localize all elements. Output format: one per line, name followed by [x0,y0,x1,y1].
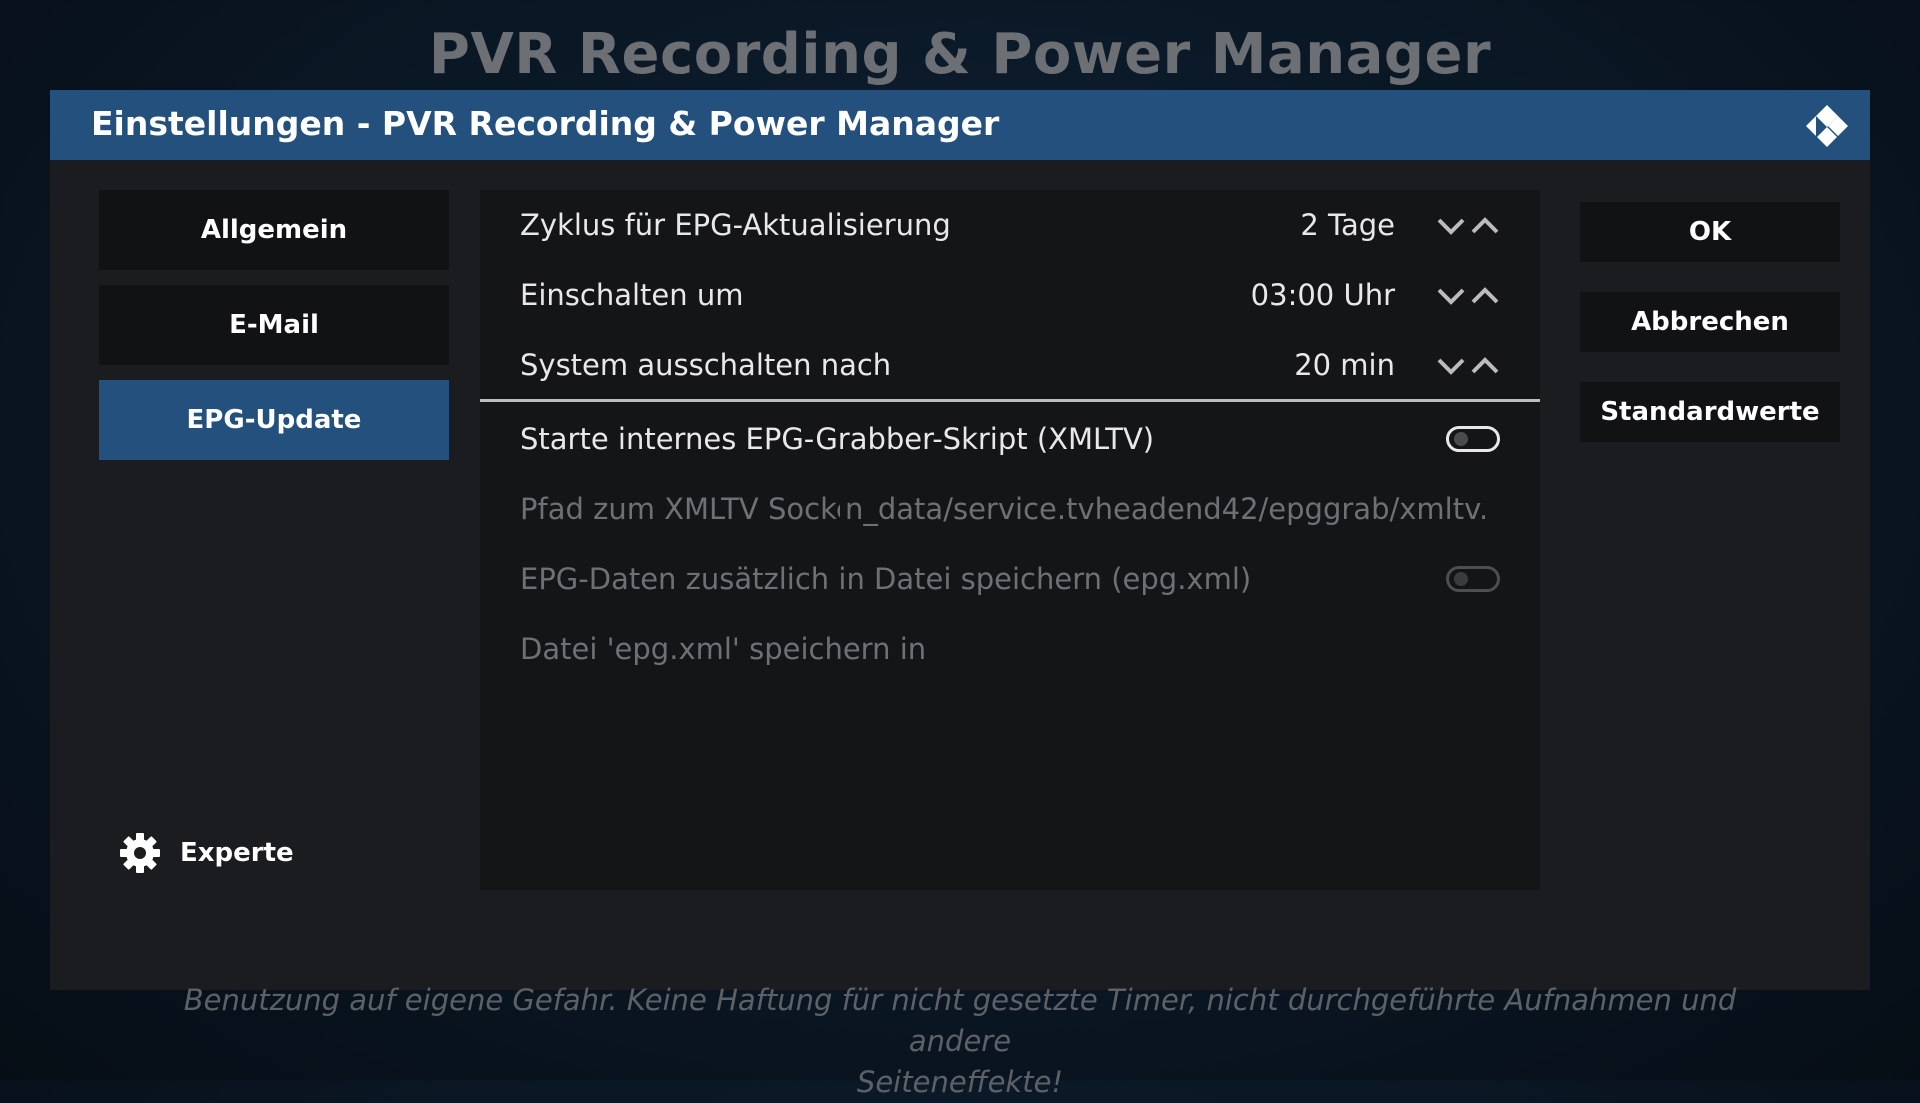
defaults-button[interactable]: Standardwerte [1580,382,1840,442]
disclaimer-text: Benutzung auf eigene Gefahr. Keine Haftu… [160,980,1760,1103]
setting-label: Einschalten um [520,278,744,312]
setting-label: EPG-Daten zusätzlich in Datei speichern … [520,562,1252,596]
setting-xmltv-socket-path: Pfad zum XMLTV Socket n_data/service.tvh… [480,474,1540,544]
toggle-switch [1446,566,1500,592]
spinner-arrows-icon[interactable] [1436,283,1500,307]
setting-save-epg-file: EPG-Daten zusätzlich in Datei speichern … [480,544,1540,614]
settings-dialog: Einstellungen - PVR Recording & Power Ma… [50,90,1870,990]
setting-label: Datei 'epg.xml' speichern in [520,632,927,666]
dialog-header: Einstellungen - PVR Recording & Power Ma… [50,90,1870,160]
settings-level-label: Experte [180,838,294,868]
button-label: OK [1688,217,1732,247]
setting-value: 2 Tage [1300,208,1395,242]
setting-value: 03:00 Uhr [1250,278,1395,312]
setting-shutdown-after[interactable]: System ausschalten nach 20 min [480,330,1540,400]
setting-label: Starte internes EPG-Grabber-Skript (XMLT… [520,422,1155,456]
settings-level-button[interactable]: Experte [118,828,294,878]
disclaimer-line: Benutzung auf eigene Gefahr. Keine Haftu… [183,983,1737,1058]
spinner-arrows-icon[interactable] [1436,353,1500,377]
setting-label: Zyklus für EPG-Aktualisierung [520,208,951,242]
toggle-switch[interactable] [1446,426,1500,452]
gear-icon [120,833,160,873]
setting-label: System ausschalten nach [520,348,892,382]
cancel-button[interactable]: Abbrechen [1580,292,1840,352]
category-label: EPG-Update [186,405,362,435]
setting-value: n_data/service.tvheadend42/epggrab/xmltv… [845,492,1485,526]
setting-epg-cycle[interactable]: Zyklus für EPG-Aktualisierung 2 Tage [480,190,1540,260]
divider [480,399,1540,402]
setting-power-on-time[interactable]: Einschalten um 03:00 Uhr [480,260,1540,330]
setting-internal-epg-grabber[interactable]: Starte internes EPG-Grabber-Skript (XMLT… [480,404,1540,474]
setting-label: Pfad zum XMLTV Socket [520,492,840,526]
category-epg-update[interactable]: EPG-Update [99,380,449,460]
kodi-logo-icon [1806,105,1848,147]
window-title: PVR Recording & Power Manager [428,22,1492,87]
settings-list: Zyklus für EPG-Aktualisierung 2 Tage Ein… [480,190,1540,890]
ok-button[interactable]: OK [1580,202,1840,262]
spinner-arrows-icon[interactable] [1436,213,1500,237]
category-email[interactable]: E-Mail [99,285,449,365]
category-label: Allgemein [200,215,348,245]
category-allgemein[interactable]: Allgemein [99,190,449,270]
disclaimer-line: Seiteneffekte! [856,1065,1064,1099]
button-label: Standardwerte [1600,397,1820,427]
button-label: Abbrechen [1631,307,1789,337]
category-label: E-Mail [229,310,319,340]
setting-value: 20 min [1294,348,1395,382]
setting-epg-file-location: Datei 'epg.xml' speichern in [480,614,1540,684]
dialog-title: Einstellungen - PVR Recording & Power Ma… [91,104,1000,143]
